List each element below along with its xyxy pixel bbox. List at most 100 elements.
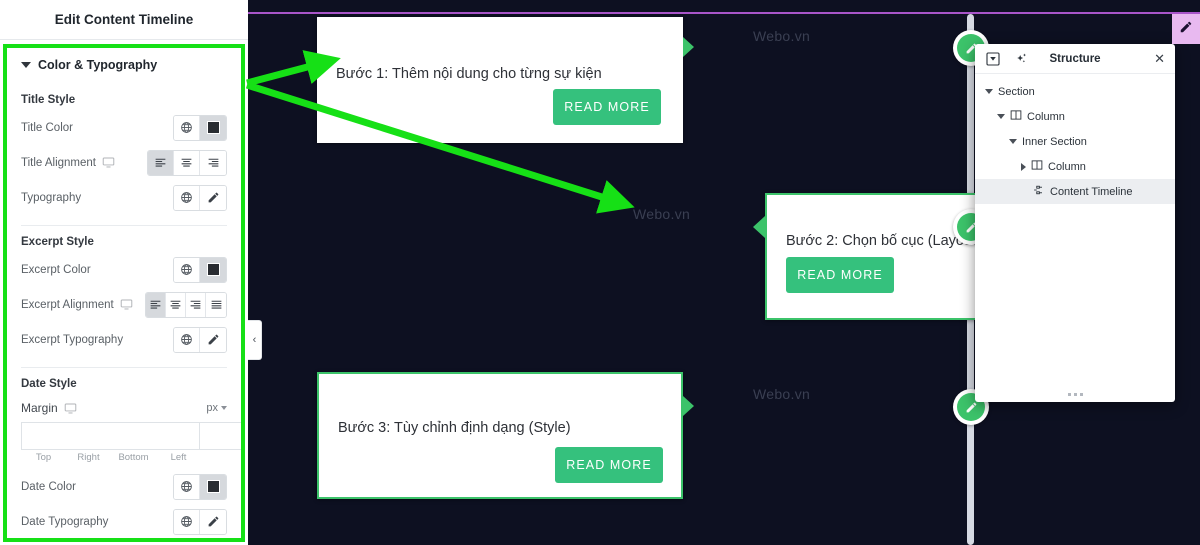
row-title-color: Title Color: [7, 110, 241, 145]
tree-item-column-inner[interactable]: Column: [975, 154, 1175, 179]
structure-title: Structure: [1049, 52, 1101, 65]
pencil-icon: [1179, 20, 1193, 39]
margin-label-left: Left: [170, 452, 187, 463]
globe-icon[interactable]: [174, 185, 200, 210]
navigator-toggle-icon[interactable]: [985, 51, 1001, 67]
color-swatch[interactable]: [200, 115, 226, 140]
chevron-down-icon[interactable]: [985, 89, 993, 94]
color-typography-panel: Color & Typography Title Style Title Col…: [3, 44, 245, 542]
desktop-icon[interactable]: [120, 298, 133, 311]
desktop-icon[interactable]: [102, 156, 115, 169]
widget-settings-sidebar: Edit Content Timeline Color & Typography…: [0, 0, 248, 545]
structure-header: Structure ✕: [975, 44, 1175, 74]
title-alignment-group: [147, 149, 227, 176]
control-label: Typography: [21, 191, 82, 204]
margin-field-labels: Top Right Bottom Left: [7, 450, 241, 463]
align-justify-icon[interactable]: [206, 292, 226, 317]
control-label: Date Color: [21, 480, 76, 493]
timeline-card-1[interactable]: Bước 1: Thêm nội dung cho từng sự kiện R…: [317, 17, 683, 143]
chevron-right-icon[interactable]: [1021, 162, 1026, 171]
title-color-controls: [173, 114, 227, 141]
margin-label-right: Right: [77, 452, 100, 463]
column-icon: [1010, 109, 1022, 124]
globe-icon[interactable]: [174, 327, 200, 352]
divider: [21, 367, 227, 368]
align-left-icon[interactable]: [148, 150, 174, 175]
tree-item-inner-section[interactable]: Inner Section: [975, 129, 1175, 154]
card-3-pointer: [683, 396, 694, 416]
color-swatch[interactable]: [200, 474, 226, 499]
ai-sparkle-icon[interactable]: [1013, 51, 1029, 67]
excerpt-alignment-group: [144, 291, 227, 318]
edit-element-tab[interactable]: [1172, 14, 1200, 44]
row-excerpt-alignment: Excerpt Alignment: [7, 287, 241, 322]
watermark: Webo.vn: [753, 386, 811, 402]
control-label: Date Typography: [21, 515, 109, 528]
align-center-icon[interactable]: [165, 292, 186, 317]
watermark: Webo.vn: [633, 206, 691, 222]
sidebar-collapse-handle[interactable]: ‹: [248, 320, 262, 360]
row-typography: Typography: [7, 180, 241, 215]
widget-icon: [1033, 184, 1045, 199]
align-right-icon[interactable]: [200, 150, 226, 175]
group-label-date-style: Date Style: [21, 378, 77, 390]
row-excerpt-typography: Excerpt Typography: [7, 322, 241, 357]
tree-item-label: Inner Section: [1022, 135, 1087, 148]
align-left-icon[interactable]: [145, 292, 166, 317]
control-label: Title Alignment: [21, 156, 96, 169]
control-label: Margin: [21, 401, 58, 415]
card-title: Bước 1: Thêm nội dung cho từng sự kiện: [336, 66, 602, 82]
unit-label: px: [206, 402, 218, 414]
tree-item-label: Content Timeline: [1050, 185, 1133, 198]
margin-right-input[interactable]: [199, 422, 241, 450]
read-more-button[interactable]: READ MORE: [786, 257, 894, 293]
timeline-card-3[interactable]: Bước 3: Tùy chỉnh định dạng (Style) READ…: [317, 372, 683, 499]
margin-top-input[interactable]: [21, 422, 199, 450]
date-typography-controls: [173, 508, 227, 535]
margin-unit-select[interactable]: px: [206, 402, 227, 414]
row-excerpt-color: Excerpt Color: [7, 252, 241, 287]
globe-icon[interactable]: [174, 257, 200, 282]
excerpt-typography-controls: [173, 326, 227, 353]
chevron-down-icon[interactable]: [997, 114, 1005, 119]
excerpt-color-controls: [173, 256, 227, 283]
chevron-down-icon[interactable]: [1009, 139, 1017, 144]
desktop-icon[interactable]: [64, 402, 77, 415]
read-more-button[interactable]: READ MORE: [553, 89, 661, 125]
read-more-button[interactable]: READ MORE: [555, 447, 663, 483]
watermark: Webo.vn: [753, 28, 811, 44]
globe-icon[interactable]: [174, 115, 200, 140]
card-title: Bước 2: Chọn bố cục (Layout): [786, 233, 981, 249]
typography-controls: [173, 184, 227, 211]
row-title-alignment: Title Alignment: [7, 145, 241, 180]
globe-icon[interactable]: [174, 474, 200, 499]
divider: [21, 225, 227, 226]
pencil-icon[interactable]: [200, 327, 226, 352]
globe-icon[interactable]: [174, 509, 200, 534]
date-color-controls: [173, 473, 227, 500]
control-label: Excerpt Typography: [21, 333, 124, 346]
card-2-pointer: [753, 216, 765, 238]
structure-tree: Section Column Inner Section Column Cont…: [975, 74, 1175, 386]
section-highlight-rule: [248, 12, 1200, 14]
margin-inputs: [7, 422, 241, 450]
tree-item-label: Section: [998, 85, 1035, 98]
structure-panel: Structure ✕ Section Column Inner Section…: [975, 44, 1175, 402]
pencil-icon[interactable]: [200, 509, 226, 534]
color-swatch[interactable]: [200, 257, 226, 282]
section-label: Color & Typography: [38, 58, 158, 72]
page-title: Edit Content Timeline: [54, 12, 194, 27]
tree-item-section[interactable]: Section: [975, 79, 1175, 104]
screen-root: Webo.vn Webo.vn Webo.vn Bước 1: Thêm nội…: [0, 0, 1200, 545]
close-icon[interactable]: ✕: [1154, 51, 1165, 67]
pencil-icon[interactable]: [200, 185, 226, 210]
tree-item-label: Column: [1027, 110, 1065, 123]
structure-resize-handle[interactable]: [975, 386, 1175, 402]
chevron-down-icon: [21, 62, 31, 68]
align-right-icon[interactable]: [185, 292, 207, 317]
align-center-icon[interactable]: [174, 150, 200, 175]
tree-item-content-timeline[interactable]: Content Timeline: [975, 179, 1175, 204]
drag-grip-icon: [1067, 392, 1083, 396]
tree-item-column[interactable]: Column: [975, 104, 1175, 129]
section-toggle-color-typography[interactable]: Color & Typography: [7, 48, 241, 84]
